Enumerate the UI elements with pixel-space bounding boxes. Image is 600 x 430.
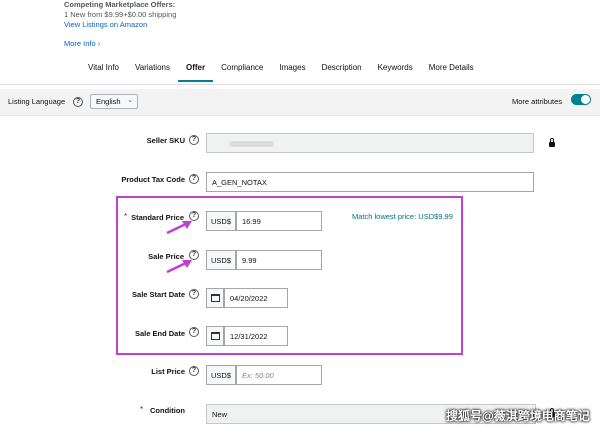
watermark: 搜狐号@薇淇跨境电商笔记	[446, 409, 590, 423]
redacted-sku	[229, 141, 274, 147]
tax-code-label: Product Tax Code	[121, 175, 185, 184]
list-price-input[interactable]: Ex: 50.00	[236, 365, 322, 385]
tabs-divider	[0, 84, 600, 85]
tab-offer[interactable]: Offer	[177, 60, 214, 82]
toggle-knob	[581, 95, 590, 104]
standard-price-currency: USD$	[206, 211, 236, 231]
calendar-icon	[211, 294, 220, 302]
help-icon[interactable]: ?	[189, 135, 199, 145]
more-attributes-label: More attributes	[512, 97, 563, 106]
tab-keywords[interactable]: Keywords	[370, 60, 421, 82]
help-icon[interactable]: ?	[189, 289, 199, 299]
more-attributes-toggle[interactable]	[571, 94, 591, 105]
help-icon[interactable]: ?	[189, 174, 199, 184]
sale-price-currency: USD$	[206, 250, 236, 270]
arrow-icon	[166, 221, 192, 235]
tab-images[interactable]: Images	[271, 60, 313, 82]
sale-start-input[interactable]: 04/20/2022	[224, 288, 288, 308]
calendar-icon	[211, 332, 220, 340]
tab-description[interactable]: Description	[314, 60, 370, 82]
tab-more-details[interactable]: More Details	[421, 60, 482, 82]
lock-icon	[549, 138, 555, 147]
offers-summary: 1 New from $9.99+$0.00 shipping	[64, 10, 177, 19]
help-icon[interactable]: ?	[189, 366, 199, 376]
tab-variations[interactable]: Variations	[127, 60, 178, 82]
listing-language-value: English	[96, 97, 121, 106]
condition-label: Condition	[150, 406, 185, 415]
tab-compliance[interactable]: Compliance	[213, 60, 271, 82]
listing-language-label: Listing Language	[8, 97, 66, 106]
sale-end-label: Sale End Date	[134, 329, 185, 338]
list-price-currency: USD$	[206, 365, 236, 385]
listing-language-bar: Listing Language ? English ⌄ More attrib…	[0, 89, 600, 116]
arrow-icon	[166, 260, 192, 274]
help-icon[interactable]: ?	[189, 327, 199, 337]
seller-sku-field[interactable]	[206, 133, 534, 153]
sale-end-calendar-button[interactable]	[206, 326, 224, 346]
chevron-down-icon: ⌄	[127, 97, 133, 104]
offers-title: Competing Marketplace Offers:	[64, 0, 176, 9]
match-lowest-price-link[interactable]: Match lowest price: USD$9.99	[352, 212, 453, 221]
sale-end-input[interactable]: 12/31/2022	[224, 326, 288, 346]
help-icon[interactable]: ?	[73, 97, 83, 107]
seller-sku-label: Seller SKU	[146, 136, 185, 145]
tax-code-field[interactable]: A_GEN_NOTAX	[206, 172, 534, 192]
sale-start-calendar-button[interactable]	[206, 288, 224, 308]
tab-bar: Vital Info Variations Offer Compliance I…	[80, 60, 482, 84]
standard-price-input[interactable]: 16.99	[236, 211, 322, 231]
more-info-link[interactable]: More Info ›	[64, 39, 100, 48]
view-listings-link[interactable]: View Listings on Amazon	[64, 20, 176, 30]
competing-offers: Competing Marketplace Offers: 1 New from…	[64, 0, 176, 30]
listing-language-select[interactable]: English ⌄	[90, 94, 138, 109]
tab-vital-info[interactable]: Vital Info	[80, 60, 127, 82]
sale-price-input[interactable]: 9.99	[236, 250, 322, 270]
sale-start-label: Sale Start Date	[132, 290, 185, 299]
list-price-label: List Price	[151, 367, 185, 376]
